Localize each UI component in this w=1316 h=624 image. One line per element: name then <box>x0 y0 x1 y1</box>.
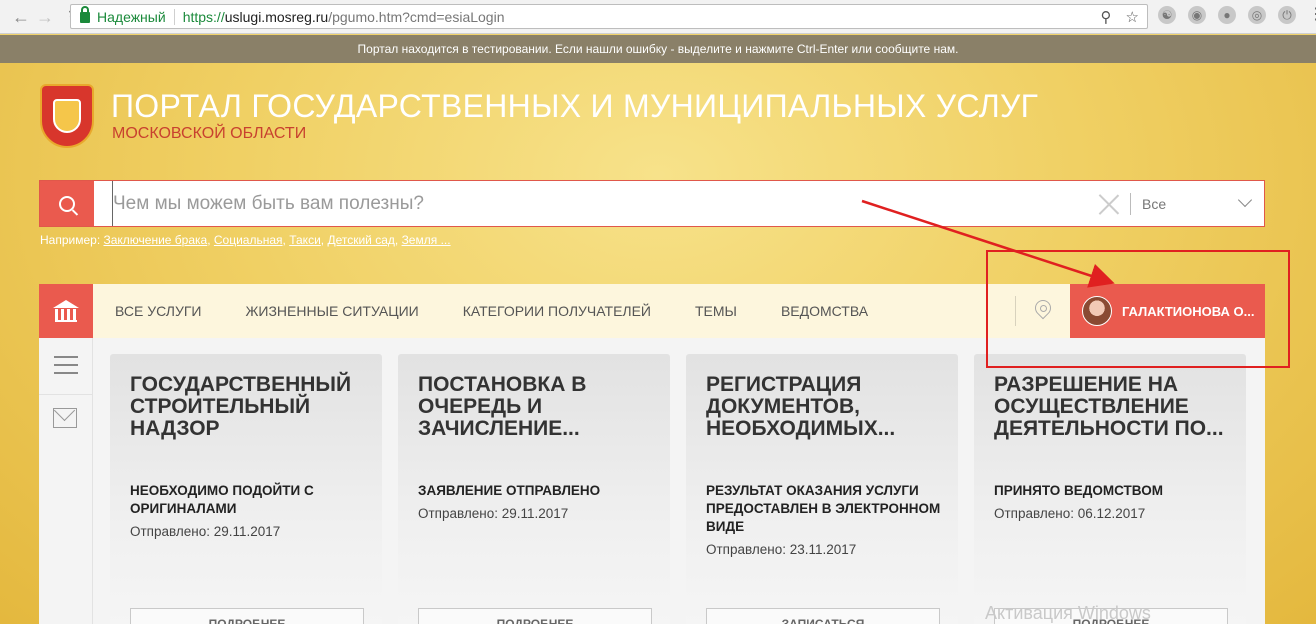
windows-activation-watermark: Активация Windows <box>985 603 1151 623</box>
annotation-arrow <box>861 199 1115 288</box>
